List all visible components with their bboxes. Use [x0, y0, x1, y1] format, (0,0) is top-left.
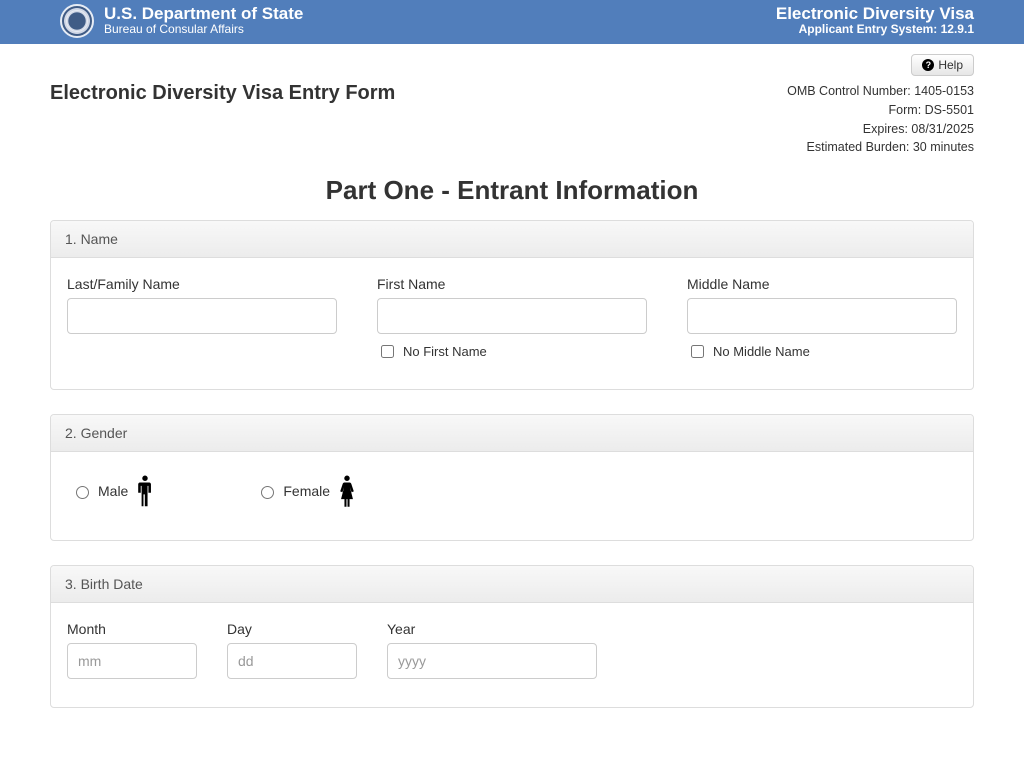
- last-name-input[interactable]: [67, 298, 337, 334]
- help-label: Help: [938, 58, 963, 72]
- birth-day-input[interactable]: [227, 643, 357, 679]
- dept-title: U.S. Department of State: [104, 5, 303, 23]
- last-name-label: Last/Family Name: [67, 276, 337, 292]
- middle-name-label: Middle Name: [687, 276, 957, 292]
- female-icon: [336, 474, 358, 508]
- page-title: Electronic Diversity Visa Entry Form: [50, 82, 395, 105]
- section-name-heading: 1. Name: [51, 221, 973, 258]
- middle-name-input[interactable]: [687, 298, 957, 334]
- first-name-label: First Name: [377, 276, 647, 292]
- help-button[interactable]: ? Help: [911, 54, 974, 76]
- meta-expires: Expires: 08/31/2025: [787, 120, 974, 139]
- birth-month-label: Month: [67, 621, 197, 637]
- section-gender-heading: 2. Gender: [51, 415, 973, 452]
- birth-day-label: Day: [227, 621, 357, 637]
- section-gender: 2. Gender Male Female: [50, 414, 974, 541]
- meta-form: Form: DS-5501: [787, 101, 974, 120]
- birth-year-label: Year: [387, 621, 597, 637]
- meta-burden: Estimated Burden: 30 minutes: [787, 138, 974, 157]
- gender-male-radio[interactable]: [76, 486, 89, 499]
- section-birth-date: 3. Birth Date Month Day Year: [50, 565, 974, 708]
- first-name-input[interactable]: [377, 298, 647, 334]
- bureau-subtitle: Bureau of Consular Affairs: [104, 23, 303, 36]
- section-birth-heading: 3. Birth Date: [51, 566, 973, 603]
- male-icon: [134, 474, 156, 508]
- no-middle-name-checkbox[interactable]: [691, 345, 704, 358]
- brand: U.S. Department of State Bureau of Consu…: [60, 4, 303, 38]
- gender-male-label: Male: [98, 483, 128, 499]
- no-middle-name-label: No Middle Name: [713, 344, 810, 359]
- state-seal-icon: [60, 4, 94, 38]
- form-meta: OMB Control Number: 1405-0153 Form: DS-5…: [787, 82, 974, 157]
- birth-month-input[interactable]: [67, 643, 197, 679]
- birth-year-input[interactable]: [387, 643, 597, 679]
- system-version: Applicant Entry System: 12.9.1: [776, 23, 974, 36]
- gender-male-option[interactable]: Male: [71, 474, 156, 508]
- system-title-block: Electronic Diversity Visa Applicant Entr…: [776, 5, 974, 36]
- help-icon: ?: [922, 59, 934, 71]
- gender-female-radio[interactable]: [261, 486, 274, 499]
- no-first-name-checkbox[interactable]: [381, 345, 394, 358]
- brand-text: U.S. Department of State Bureau of Consu…: [104, 5, 303, 36]
- no-first-name-label: No First Name: [403, 344, 487, 359]
- system-title: Electronic Diversity Visa: [776, 5, 974, 23]
- section-name: 1. Name Last/Family Name First Name No F…: [50, 220, 974, 390]
- meta-omb: OMB Control Number: 1405-0153: [787, 82, 974, 101]
- gender-female-option[interactable]: Female: [256, 474, 358, 508]
- part-title: Part One - Entrant Information: [50, 175, 974, 206]
- gender-female-label: Female: [283, 483, 330, 499]
- top-header: U.S. Department of State Bureau of Consu…: [0, 0, 1024, 44]
